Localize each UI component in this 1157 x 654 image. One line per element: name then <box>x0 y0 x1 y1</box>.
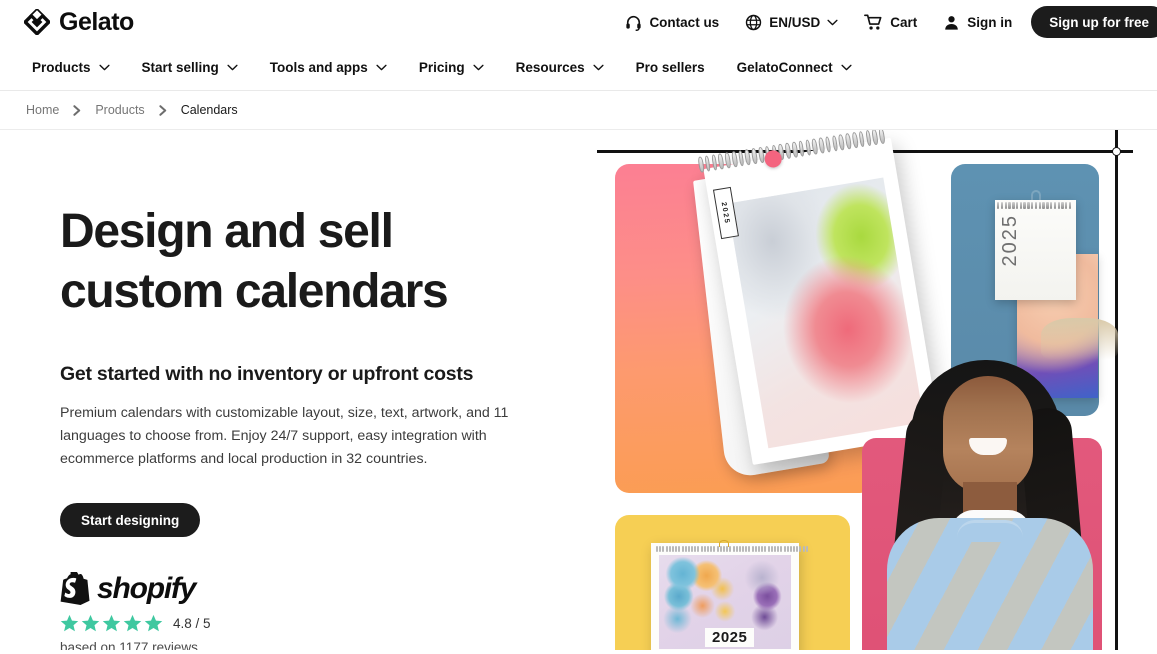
wall-calendar-hook-icon <box>1031 190 1041 200</box>
wall-calendar-landscape-spiral-binding-icon <box>656 546 808 553</box>
sign-in-label: Sign in <box>967 14 1013 30</box>
hero-collage: 2025 2025 2025 <box>597 130 1157 650</box>
nav-label: Pricing <box>418 59 465 75</box>
gelato-diamond-logo-icon <box>24 9 50 35</box>
star-icon <box>123 614 142 632</box>
top-bar-right-group: Contact us EN/USD Cart Sign in Sign up f… <box>612 0 1157 44</box>
wall-calendar-landscape-year-label: 2025 <box>705 628 755 647</box>
nav-label: Resources <box>515 59 585 75</box>
registration-target-icon <box>1112 147 1121 156</box>
headset-icon <box>625 14 642 31</box>
chevron-down-icon <box>98 64 110 71</box>
star-icon <box>81 614 100 632</box>
nav-item-gelatoconnect[interactable]: GelatoConnect <box>721 44 868 91</box>
breadcrumb-item-calendars: Calendars <box>180 103 238 117</box>
hero-content: Design and sell custom calendars Get sta… <box>0 130 597 650</box>
page-title-line-2: custom calendars <box>60 264 449 318</box>
portrait-subject-hair <box>1041 318 1118 360</box>
chevron-right-icon <box>61 104 93 116</box>
breadcrumb-item-products[interactable]: Products <box>93 103 146 117</box>
chevron-down-icon <box>841 64 852 71</box>
breadcrumb-item-home[interactable]: Home <box>24 103 61 117</box>
rating-value: 4.8 / 5 <box>173 616 211 632</box>
desk-calendar-year-label: 2025 <box>712 186 739 240</box>
star-rating: 4.8 / 5 <box>60 614 597 633</box>
nav-label: Pro sellers <box>635 59 705 75</box>
top-bar: Gelato Contact us EN/USD Cart Sign in Si… <box>0 0 1157 44</box>
wall-calendar-landscape-product: 2025 <box>651 540 808 650</box>
model-sweater-neckline <box>957 520 1023 542</box>
chevron-down-icon <box>593 64 604 71</box>
nav-label: GelatoConnect <box>736 59 833 75</box>
star-icon <box>60 614 79 632</box>
reviews-count: based on 1177 reviews <box>60 640 198 650</box>
page-title-line-1: Design and sell <box>60 205 394 258</box>
wall-calendar-spiral-binding-icon <box>997 202 1075 211</box>
reviews-block: shopify 4.8 / 5 based on 1177 reviews <box>60 572 597 650</box>
contact-us-label: Contact us <box>649 14 720 30</box>
user-icon <box>943 14 960 31</box>
start-designing-button[interactable]: Start designing <box>60 503 201 538</box>
hero-body-text: Premium calendars with customizable layo… <box>60 405 509 468</box>
globe-icon <box>745 14 762 31</box>
model-face <box>943 376 1033 494</box>
wall-calendar-portrait-year-label: 2025 <box>999 214 1021 267</box>
chevron-down-icon <box>827 19 838 26</box>
star-icon <box>144 614 163 632</box>
chevron-down-icon <box>227 64 238 71</box>
sign-up-button[interactable]: Sign up for free <box>1031 6 1157 38</box>
nav-item-resources[interactable]: Resources <box>500 44 620 91</box>
shopify-wordmark: shopify <box>97 572 196 606</box>
shopping-cart-icon <box>864 13 883 31</box>
nav-label: Start selling <box>141 59 219 75</box>
star-icon <box>102 614 121 632</box>
stars-group <box>60 614 163 633</box>
chevron-down-icon <box>473 64 484 71</box>
nav-item-pro-sellers[interactable]: Pro sellers <box>620 44 721 91</box>
brand-name: Gelato <box>59 7 134 36</box>
page-title: Design and sell custom calendars <box>60 202 530 321</box>
brand-logo[interactable]: Gelato <box>24 8 134 37</box>
nav-item-tools-and-apps[interactable]: Tools and apps <box>254 44 403 91</box>
nav-label: Products <box>32 59 91 75</box>
cart-label: Cart <box>890 14 918 30</box>
chevron-down-icon <box>376 64 387 71</box>
locale-selector[interactable]: EN/USD <box>732 0 851 44</box>
chevron-right-icon <box>147 104 179 116</box>
hero-subheading: Get started with no inventory or upfront… <box>60 363 474 386</box>
nav-item-pricing[interactable]: Pricing <box>403 44 500 91</box>
shopify-logo: shopify <box>60 572 597 606</box>
nav-item-products[interactable]: Products <box>24 44 126 91</box>
nav-item-start-selling[interactable]: Start selling <box>126 44 254 91</box>
cart-link[interactable]: Cart <box>851 0 930 44</box>
lifestyle-model-photo <box>859 360 1117 650</box>
wall-calendar-portrait-sheet: 2025 <box>995 200 1076 300</box>
hero-section: Design and sell custom calendars Get sta… <box>0 130 1157 650</box>
main-navigation: Products Start selling Tools and apps Pr… <box>0 44 1157 91</box>
nav-label: Tools and apps <box>269 59 368 75</box>
contact-us-link[interactable]: Contact us <box>612 0 732 44</box>
breadcrumb: Home Products Calendars <box>0 91 1157 130</box>
shopify-bag-icon <box>60 572 90 606</box>
locale-label: EN/USD <box>769 14 821 30</box>
sign-in-link[interactable]: Sign in <box>930 0 1025 44</box>
